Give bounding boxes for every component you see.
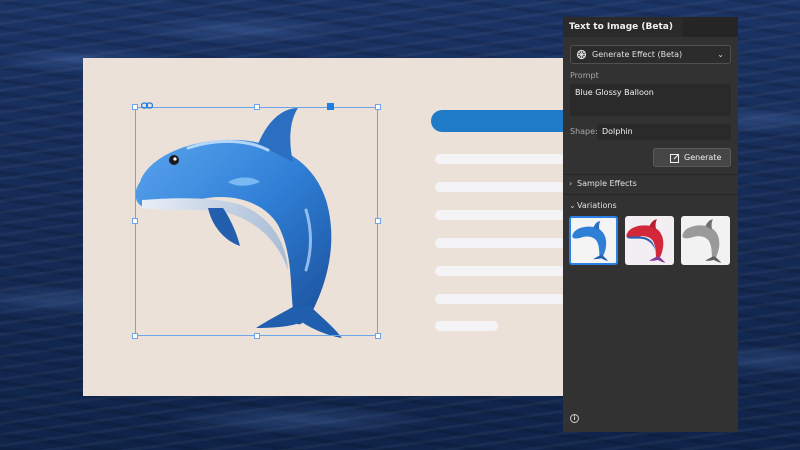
placeholder-text-line (435, 210, 565, 220)
dolphin-thumbnail-image (626, 219, 666, 263)
generate-icon (670, 154, 679, 163)
placeholder-text-line (435, 154, 565, 164)
variation-thumbnail-silver[interactable] (681, 216, 730, 265)
effect-select-value: Generate Effect (Beta) (592, 50, 683, 59)
dolphin-thumbnail-image (682, 219, 722, 263)
placeholder-text-line (435, 266, 565, 276)
sample-effects-section-header[interactable]: › Sample Effects (569, 179, 637, 188)
placeholder-text-line (435, 294, 565, 304)
chevron-right-icon: › (569, 179, 573, 188)
chevron-down-icon: ⌄ (569, 201, 576, 210)
shape-input[interactable]: Dolphin (597, 124, 731, 140)
resize-handle-top-right[interactable] (375, 104, 381, 110)
dolphin-thumbnail-image (572, 221, 609, 261)
prompt-input[interactable]: Blue Glossy Balloon (570, 84, 731, 116)
resize-handle-bottom[interactable] (254, 333, 260, 339)
resize-handle-bottom-left[interactable] (132, 333, 138, 339)
resize-handle-left[interactable] (132, 218, 138, 224)
text-to-image-panel: Text to Image (Beta) Generate Effect (Be… (563, 17, 738, 432)
placeholder-text-line (435, 238, 565, 248)
variation-thumbnail-red[interactable] (625, 216, 674, 265)
placeholder-text-line (435, 182, 565, 192)
generate-effect-icon (576, 49, 587, 60)
prompt-label: Prompt (570, 71, 599, 80)
shape-label: Shape: (570, 127, 598, 136)
rotate-handle[interactable] (327, 103, 334, 110)
placeholder-text-line (435, 321, 498, 331)
placeholder-heading-bar (431, 110, 571, 132)
info-icon[interactable]: i (570, 414, 579, 423)
variations-section-header[interactable]: ⌄Variations (569, 201, 617, 210)
resize-handle-top-left[interactable] (132, 104, 138, 110)
chevron-down-icon: ⌄ (717, 50, 724, 59)
variation-thumbnail-blue[interactable] (569, 216, 618, 265)
generate-button-label: Generate (684, 153, 722, 162)
divider (563, 194, 738, 195)
resize-handle-right[interactable] (375, 218, 381, 224)
divider (563, 174, 738, 175)
resize-handle-bottom-right[interactable] (375, 333, 381, 339)
link-icon[interactable] (141, 102, 153, 110)
generate-button[interactable]: Generate (653, 148, 731, 167)
effect-select[interactable]: Generate Effect (Beta) ⌄ (570, 45, 731, 64)
resize-handle-top[interactable] (254, 104, 260, 110)
panel-tab-text-to-image[interactable]: Text to Image (Beta) (563, 17, 683, 37)
selection-bounding-box[interactable] (135, 107, 378, 336)
